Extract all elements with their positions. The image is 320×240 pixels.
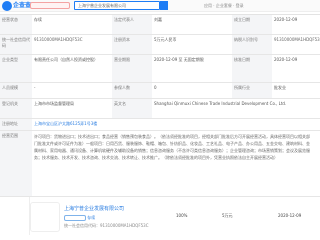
industry-label: 所属行业 xyxy=(232,83,272,98)
english-name-value: Shanghai Qinmuxi Chinese Trade Industria… xyxy=(154,101,287,106)
date-label: 成立日期 xyxy=(232,15,272,34)
table-row: 注册地址 上海市宝山区沪太路6125弄1号3楼 xyxy=(0,119,320,131)
status-badge: 存续 xyxy=(64,215,95,221)
date-value: 2020-12-09 xyxy=(278,213,302,218)
reg-label: 登记机关 xyxy=(0,99,32,118)
status-label: 经营状态 xyxy=(0,15,32,34)
address-label: 注册地址 xyxy=(0,119,32,130)
credit-code-label: 统一社会信用代码 xyxy=(0,35,32,54)
table-row: 登记机关 上海市市场监督管理局 英文名 Shanghai Qinmuxi Chi… xyxy=(0,99,320,119)
type-value: 有限责任公司（自然人投资或控股） xyxy=(34,57,98,62)
logo-tag xyxy=(30,2,70,9)
related-company-row: 上海宁普企业发展有限公司 存续 统一社会信用代码：91310000MA1HDQF… xyxy=(0,196,320,236)
table-row: 人员规模 - 参保人数 0 所属行业 批发业 xyxy=(0,83,320,99)
address-link[interactable]: 上海市宝山区沪太路6125弄1号3楼 xyxy=(32,119,320,130)
period-label: 营业期限 xyxy=(112,55,152,82)
status-value: 存续 xyxy=(34,17,42,22)
staff-label: 人员规模 xyxy=(0,83,32,98)
scope-value: 许可项目：货物进出口；技术进出口；食品经营（销售预包装食品）。（依法须经批准的项… xyxy=(34,134,310,160)
search-input[interactable]: 上海宁普企业发展有限公司 xyxy=(74,1,160,10)
period-value: 2020-12-09 至 无固定期限 xyxy=(154,57,204,62)
tax-label: 纳税人识别号 xyxy=(232,35,272,54)
search-value: 上海宁普企业发展有限公司 xyxy=(78,3,126,8)
company-logo[interactable] xyxy=(30,202,60,232)
reg-value: 上海市市场监督管理局 xyxy=(34,101,74,106)
legal-rep-value: 刘嘉 xyxy=(154,17,162,22)
status-badge-text: 存续 xyxy=(87,215,96,220)
table-row: 统一社会信用代码 91310000MA1HDQF53C 注册资本 5万元人民币 … xyxy=(0,35,320,55)
table-row: 企业类型 有限责任公司（自然人投资或控股） 营业期限 2020-12-09 至 … xyxy=(0,55,320,83)
top-bar: 企查查 上海宁普企业发展有限公司 应用 · 企业套餐 · 登录 xyxy=(0,0,320,12)
amount-value: 5万元 xyxy=(222,213,233,218)
legal-rep-label: 法定代表人 xyxy=(112,15,152,34)
insured-value: 0 xyxy=(154,85,157,90)
capital-value: 5万元人民币 xyxy=(154,37,177,42)
credit-code-value: 91310000MA1HDQF53C xyxy=(34,37,83,42)
credit-code-line: 统一社会信用代码：91310000MA1HDQF53C xyxy=(64,223,149,228)
table-row: 经营状态 存续 法定代表人 刘嘉 成立日期 2020-12-09 xyxy=(0,15,320,35)
type-label: 企业类型 xyxy=(0,55,32,82)
header-links[interactable]: 应用 · 企业套餐 · 登录 xyxy=(204,3,244,9)
logo-icon[interactable] xyxy=(2,1,12,11)
tax-value: 91310000MA1HDQF53C xyxy=(274,37,320,42)
capital-label: 注册资本 xyxy=(112,35,152,54)
row-index-cell xyxy=(2,197,30,235)
insured-label: 参保人数 xyxy=(112,83,152,98)
scope-label: 经营范围 xyxy=(0,131,32,196)
table-row: 经营范围 许可项目：货物进出口；技术进出口；食品经营（销售预包装食品）。（依法须… xyxy=(0,131,320,197)
logo-text[interactable]: 企查查 xyxy=(13,2,31,10)
date-value: 2020-12-09 xyxy=(274,17,298,22)
search-button[interactable] xyxy=(160,1,168,10)
industry-value: 批发业 xyxy=(274,85,286,90)
percent-value: 100% xyxy=(176,213,188,218)
english-name-label: 英文名 xyxy=(112,99,152,118)
company-name-link[interactable]: 上海宁普企业发展有限公司 xyxy=(64,206,124,213)
staff-value: - xyxy=(34,85,36,90)
approve-value: 2020-12-09 xyxy=(274,57,298,62)
approve-label: 核准日期 xyxy=(232,55,272,82)
info-table: 经营状态 存续 法定代表人 刘嘉 成立日期 2020-12-09 统一社会信用代… xyxy=(0,14,320,197)
